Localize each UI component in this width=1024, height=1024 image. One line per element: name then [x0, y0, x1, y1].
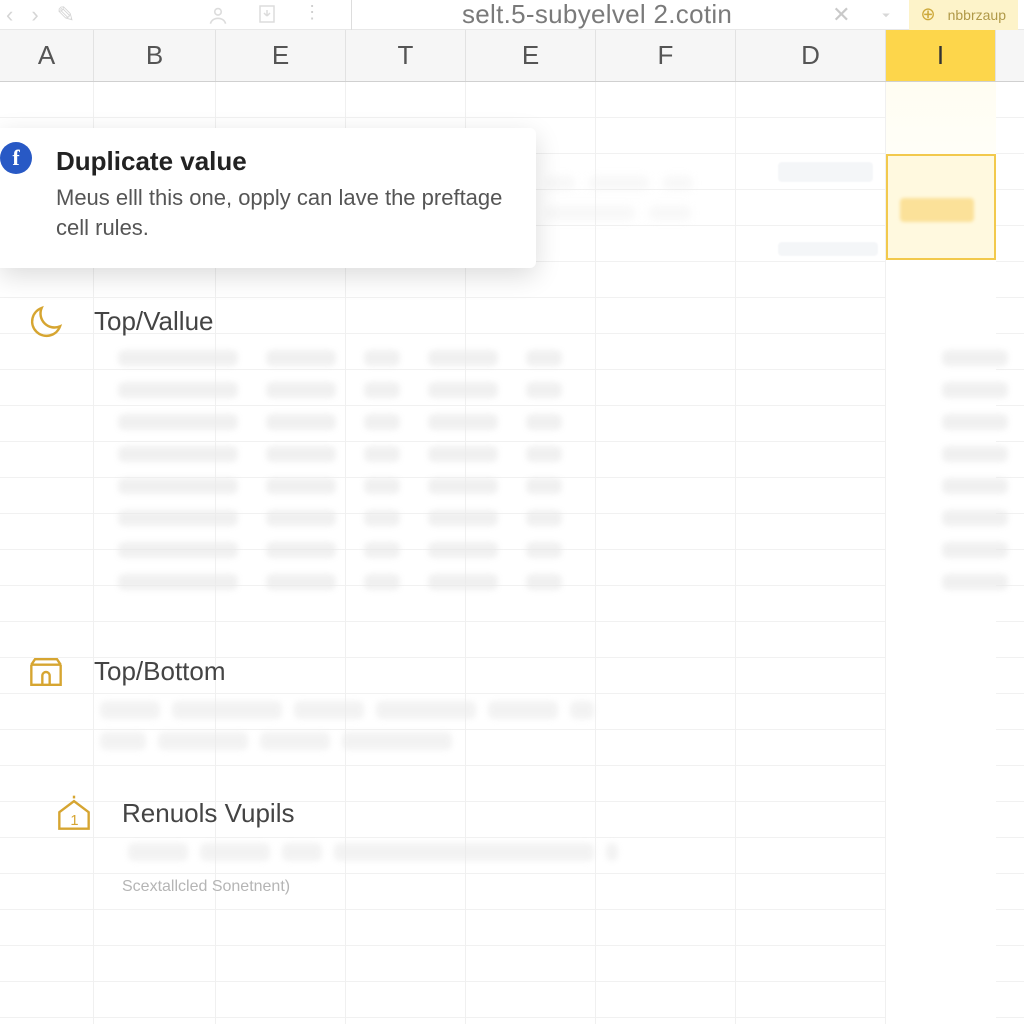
gate-icon	[22, 648, 70, 696]
download-icon[interactable]	[255, 2, 279, 28]
blurred-content	[778, 162, 873, 182]
col-header[interactable]: E	[466, 30, 596, 81]
rule-title: Renuols Vupils	[122, 798, 1008, 829]
info-badge-icon: f	[0, 142, 32, 174]
account-icon[interactable]	[205, 2, 231, 28]
new-tab-label: nbbrzaup	[948, 7, 1006, 23]
col-header[interactable]: E	[216, 30, 346, 81]
col-header[interactable]: T	[346, 30, 466, 81]
rule-renuols-vupils[interactable]: 1 Renuols Vupils Scextallcled Sonetnent)	[22, 798, 1008, 896]
draw-icon[interactable]: ✎	[57, 2, 75, 28]
rule-top-value[interactable]: Top/Vallue	[22, 306, 1008, 337]
address-bar-text: selt.5-subyelvel 2.cotin	[462, 0, 732, 30]
blurred-content	[122, 839, 1008, 870]
rule-subcaption: Scextallcled Sonetnent)	[122, 878, 1008, 896]
rule-title: Top/Vallue	[94, 306, 1008, 337]
more-icon[interactable]: ⋮	[303, 2, 321, 28]
tooltip-duplicate-value: f Duplicate value Meus elll this one, op…	[0, 128, 536, 268]
spreadsheet-grid[interactable]: f Duplicate value Meus elll this one, op…	[0, 82, 1024, 1024]
col-header[interactable]: D	[736, 30, 886, 81]
new-tab-button[interactable]: ⊕ nbbrzaup	[909, 0, 1018, 30]
back-icon[interactable]: ‹	[6, 2, 13, 28]
tooltip-title: Duplicate value	[56, 146, 508, 177]
plus-icon: ⊕	[921, 4, 936, 25]
blurred-data-table	[118, 342, 1008, 598]
address-bar[interactable]: selt.5-subyelvel 2.cotin	[382, 1, 812, 29]
col-header[interactable]: B	[94, 30, 216, 81]
blurred-content	[778, 242, 878, 256]
blurred-content	[900, 198, 974, 222]
col-header[interactable]: A	[0, 30, 94, 81]
col-header-active[interactable]: I	[886, 30, 996, 81]
rule-top-bottom[interactable]: Top/Bottom	[22, 656, 1008, 759]
close-tab-icon[interactable]: ✕	[832, 2, 850, 28]
forward-icon[interactable]: ›	[31, 2, 38, 28]
column-header-row: A B E T E F D I	[0, 30, 1024, 82]
col-header[interactable]: F	[596, 30, 736, 81]
tooltip-body: Meus elll this one, opply can lave the p…	[56, 183, 508, 244]
house-1-icon: 1	[50, 790, 98, 838]
dropdown-icon[interactable]	[877, 6, 895, 24]
top-toolbar: ‹ › ✎ ⋮ selt.5-subyelvel 2.cotin ✕ ⊕ nbb…	[0, 0, 1024, 30]
blurred-content	[94, 697, 1008, 759]
moon-icon	[22, 298, 70, 346]
rule-title: Top/Bottom	[94, 656, 1008, 687]
svg-text:1: 1	[70, 813, 78, 829]
